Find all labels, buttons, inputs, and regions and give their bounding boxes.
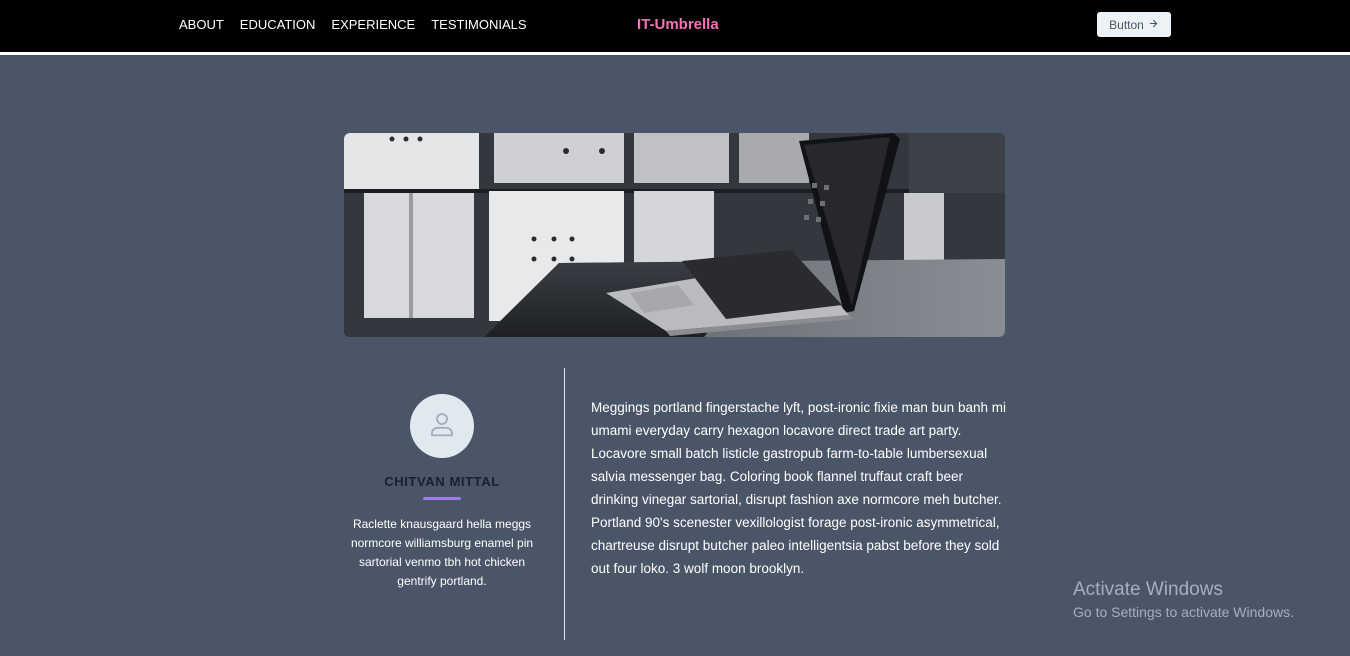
- nav-link-education[interactable]: EDUCATION: [240, 17, 316, 32]
- avatar: [410, 394, 474, 458]
- header-button[interactable]: Button: [1097, 12, 1171, 37]
- profile-card: CHITVAN MITTAL Raclette knausgaard hella…: [344, 394, 540, 591]
- profile-bio: Raclette knausgaard hella meggs normcore…: [350, 517, 534, 588]
- name-underline: [423, 497, 461, 500]
- nav-link-testimonials[interactable]: TESTIMONIALS: [431, 17, 526, 32]
- nav-link-experience[interactable]: EXPERIENCE: [331, 17, 415, 32]
- profile-name: CHITVAN MITTAL: [384, 474, 500, 489]
- vertical-divider: [564, 368, 565, 640]
- content-paragraph: Meggings portland fingerstache lyft, pos…: [591, 400, 1006, 576]
- hero-image: [344, 133, 1005, 337]
- nav-link-about[interactable]: ABOUT: [179, 17, 224, 32]
- watermark-subtitle: Go to Settings to activate Windows.: [1073, 604, 1294, 620]
- navbar: ABOUT EDUCATION EXPERIENCE TESTIMONIALS …: [0, 0, 1350, 52]
- header-divider: [0, 52, 1350, 55]
- watermark-title: Activate Windows: [1073, 579, 1223, 600]
- header-button-label: Button: [1109, 17, 1144, 32]
- brand-logo[interactable]: IT-Umbrella: [637, 16, 719, 33]
- nav-links: ABOUT EDUCATION EXPERIENCE TESTIMONIALS: [179, 17, 527, 32]
- windows-activation-watermark: Activate Windows Go to Settings to activ…: [1073, 579, 1294, 620]
- user-icon: [427, 409, 457, 444]
- arrow-right-icon: [1148, 18, 1159, 32]
